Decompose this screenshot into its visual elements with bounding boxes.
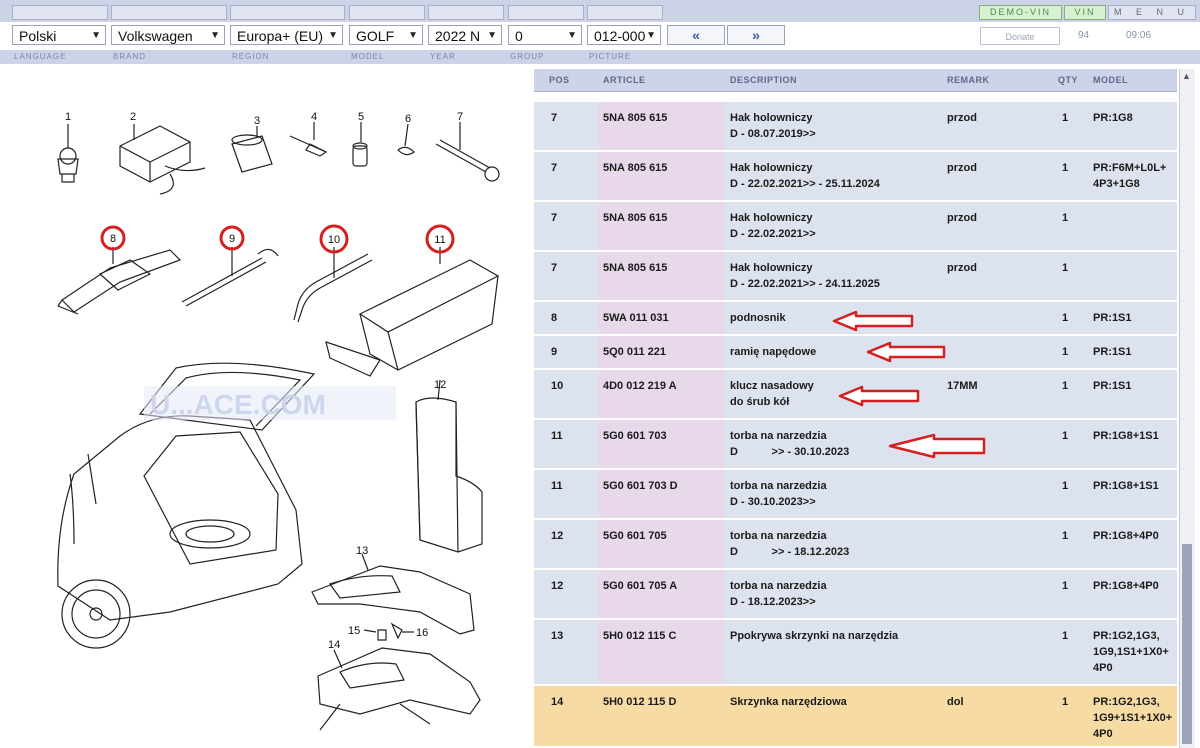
scrollbar-thumb[interactable] (1182, 544, 1192, 744)
chevron-down-icon: ▼ (567, 30, 577, 41)
year-value: 2022 N (435, 28, 481, 44)
table-scrollbar[interactable]: ▲ (1179, 69, 1195, 748)
top-slot-language (12, 5, 108, 20)
group-select[interactable]: 0 ▼ (508, 25, 582, 45)
label-model: MODEL (351, 52, 385, 61)
next-button[interactable]: » (727, 25, 785, 45)
language-value: Polski (19, 28, 57, 44)
chevron-down-icon: ▼ (91, 30, 101, 41)
parts-table[interactable]: POS ARTICLE DESCRIPTION REMARK QTY MODEL… (534, 69, 1177, 748)
red-arrow-left-icon (866, 341, 946, 363)
label-picture: PICTURE (589, 52, 632, 61)
parts-drawing: U...ACE.COM 1 2 3 4 5 6 7 12 13 14 15 16… (57, 111, 500, 731)
chevron-down-icon: ▼ (487, 30, 497, 41)
callout-5: 5 (358, 111, 364, 123)
red-arrow-left-icon (832, 310, 914, 332)
picture-value: 012-000 (594, 28, 646, 44)
top-slot-brand (111, 5, 227, 20)
group-value: 0 (515, 28, 523, 44)
top-toolbar: DEMO-VIN VIN M E N U (0, 0, 1200, 23)
top-slot-group (508, 5, 584, 20)
label-region: REGION (232, 52, 270, 61)
callout-16: 16 (416, 627, 428, 639)
callout-11: 11 (434, 234, 445, 246)
callout-12: 12 (434, 379, 446, 391)
callout-14: 14 (328, 639, 340, 651)
callout-15: 15 (348, 625, 360, 637)
clock-time: 09:06 (1126, 30, 1152, 41)
callout-13: 13 (356, 545, 368, 557)
previous-button[interactable]: « (667, 25, 725, 45)
item-count: 94 (1078, 30, 1090, 41)
label-group: GROUP (510, 52, 545, 61)
callout-4: 4 (311, 111, 317, 123)
vin-button[interactable]: VIN (1064, 5, 1106, 20)
picture-select[interactable]: 012-000 ▼ (587, 25, 661, 45)
parts-diagram[interactable]: U...ACE.COM 1 2 3 4 5 6 7 12 13 14 15 16… (0, 64, 533, 748)
annotation-arrows (832, 310, 986, 459)
selector-labels: LANGUAGE BRAND REGION MODEL YEAR GROUP P… (0, 50, 1200, 64)
language-select[interactable]: Polski ▼ (12, 25, 106, 45)
donate-button[interactable]: Donate (980, 27, 1060, 45)
label-brand: BRAND (113, 52, 147, 61)
callout-8: 8 (110, 233, 116, 245)
scroll-up-icon[interactable]: ▲ (1182, 71, 1191, 81)
year-select[interactable]: 2022 N ▼ (428, 25, 502, 45)
chevron-down-icon: ▼ (646, 30, 656, 41)
callout-1: 1 (65, 111, 71, 123)
selector-bar: Polski ▼ Volkswagen ▼ Europa+ (EU) ▼ GOLF ▼ … (0, 22, 1200, 49)
callout-9: 9 (229, 233, 235, 245)
demo-vin-button[interactable]: DEMO-VIN (979, 5, 1062, 20)
watermark-text: U...ACE.COM (150, 389, 326, 420)
brand-value: Volkswagen (118, 28, 193, 44)
brand-select[interactable]: Volkswagen ▼ (111, 25, 225, 45)
menu-button[interactable]: M E N U (1108, 5, 1196, 20)
top-slot-model (349, 5, 425, 20)
model-value: GOLF (356, 28, 395, 44)
region-select[interactable]: Europa+ (EU) ▼ (230, 25, 343, 45)
top-slot-year (428, 5, 504, 20)
red-arrow-left-icon (838, 385, 920, 407)
callout-3: 3 (254, 115, 260, 127)
callout-7: 7 (457, 111, 463, 123)
callout-2: 2 (130, 111, 136, 123)
callout-10: 10 (328, 234, 340, 246)
top-slot-region (230, 5, 345, 20)
chevron-down-icon: ▼ (210, 30, 220, 41)
model-select[interactable]: GOLF ▼ (349, 25, 423, 45)
callout-6: 6 (405, 113, 411, 125)
label-language: LANGUAGE (14, 52, 67, 61)
chevron-down-icon: ▼ (408, 30, 418, 41)
region-value: Europa+ (EU) (237, 28, 323, 44)
red-arrow-left-icon (888, 433, 986, 459)
top-slot-picture (587, 5, 663, 20)
chevron-down-icon: ▼ (328, 30, 338, 41)
label-year: YEAR (430, 52, 456, 61)
